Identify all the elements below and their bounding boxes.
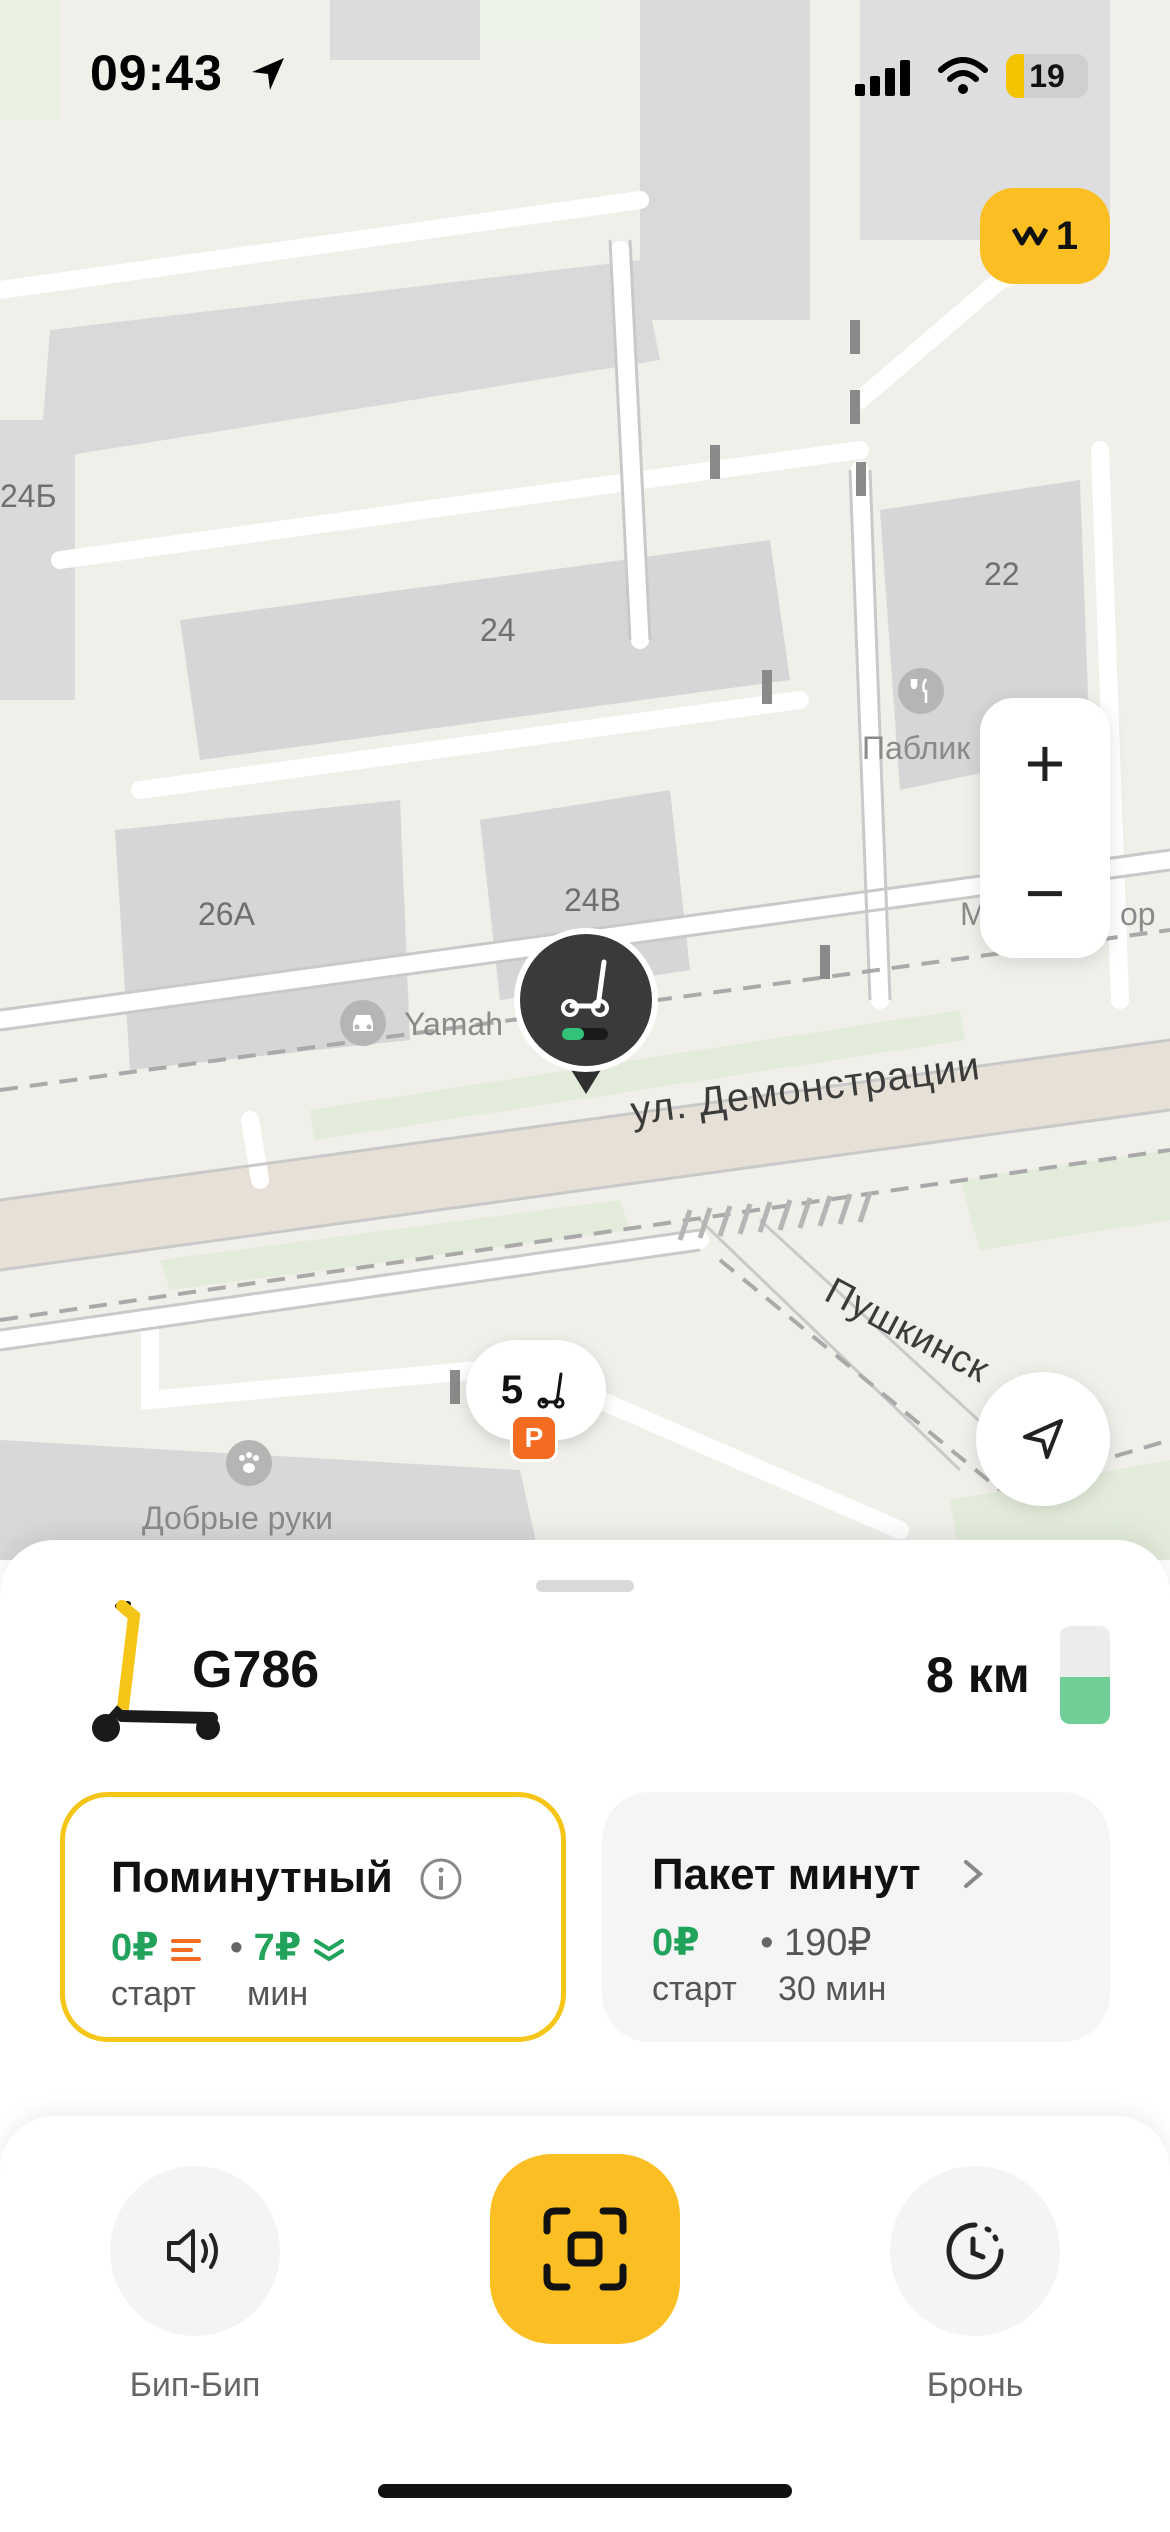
clock-icon (946, 2222, 1004, 2280)
speaker-icon (167, 2229, 218, 2273)
promo-badge[interactable]: 1 (980, 188, 1110, 284)
start-label: старт (111, 1975, 196, 2013)
pet-clinic-icon[interactable] (226, 1440, 272, 1486)
zoom-in-button[interactable]: + (980, 698, 1110, 828)
package-price: 190₽ (784, 1922, 872, 1964)
poi-label-partial-2: ор (1120, 896, 1156, 932)
building-label-24b: 24Б (0, 478, 57, 514)
scan-icon (543, 2207, 627, 2291)
minute-label: мин (247, 1975, 309, 2013)
zoom-controls: + − (980, 698, 1110, 958)
info-icon[interactable] (419, 1857, 463, 1906)
scooter-battery-indicator (1060, 1626, 1110, 1724)
booking-label: Бронь (926, 2366, 1024, 2404)
beep-button[interactable] (110, 2166, 280, 2336)
start-price: 0₽ (652, 1922, 700, 1964)
poi-label-pablik: Паблик (862, 730, 971, 766)
scan-qr-button[interactable] (490, 2154, 680, 2344)
restaurant-icon[interactable] (898, 668, 944, 714)
building-label-26a: 26А (198, 896, 255, 932)
start-label: старт (652, 1970, 737, 2008)
promo-count: 1 (1055, 213, 1079, 258)
tariff-title: Пакет минут (652, 1850, 921, 1899)
zoom-out-button[interactable]: − (980, 828, 1110, 958)
scooter-id: G786 (192, 1641, 320, 1699)
surge-low-icon (171, 1938, 202, 1961)
wifi-icon (938, 56, 988, 101)
start-price: 0₽ (111, 1927, 159, 1969)
cluster-count: 5 (500, 1367, 524, 1412)
status-time: 09:43 (90, 45, 223, 101)
package-duration: 30 мин (778, 1970, 887, 2008)
building-label-24v: 24В (564, 882, 621, 918)
chevron-right-icon (958, 1854, 988, 1899)
minute-price: 7₽ (253, 1927, 302, 1969)
tariff-minute-package-card[interactable]: Пакет минут 0₽ • 190₽ старт 30 мин (602, 1792, 1110, 2042)
scooter-map-pin[interactable] (512, 928, 660, 1098)
poi-label-dobrye-ruki: Добрые руки (142, 1500, 333, 1536)
scooter-range: 8 км (926, 1647, 1030, 1703)
parking-badge: P (510, 1414, 558, 1462)
map[interactable]: 24Б 24 22 26А 24В ул. Демонстрации Пушки… (0, 0, 1170, 1560)
building-label-24: 24 (480, 612, 516, 648)
car-service-icon[interactable] (340, 1000, 386, 1046)
location-arrow-icon (248, 54, 288, 99)
poi-label-yamaha: Yamah (404, 1006, 504, 1042)
scooter-icon (537, 1372, 565, 1409)
sheet-grabber[interactable] (536, 1580, 634, 1592)
cellular-signal-icon (855, 58, 915, 103)
building-label-22: 22 (984, 556, 1020, 592)
navigation-arrow-icon (1023, 1419, 1063, 1459)
beep-label: Бип-Бип (129, 2366, 261, 2404)
promo-logo-icon (1011, 226, 1048, 246)
discount-chevrons-icon (313, 1938, 344, 1962)
my-location-button[interactable] (976, 1372, 1110, 1506)
booking-button[interactable] (890, 2166, 1060, 2336)
home-indicator[interactable] (378, 2484, 792, 2498)
tariff-title: Поминутный (111, 1853, 393, 1902)
battery-indicator: 19 (1006, 54, 1088, 98)
tariff-per-minute-card[interactable]: Поминутный 0₽ • 7₽ старт мин (60, 1792, 566, 2042)
action-bar: Бип-Бип Бронь (0, 2116, 1170, 2532)
